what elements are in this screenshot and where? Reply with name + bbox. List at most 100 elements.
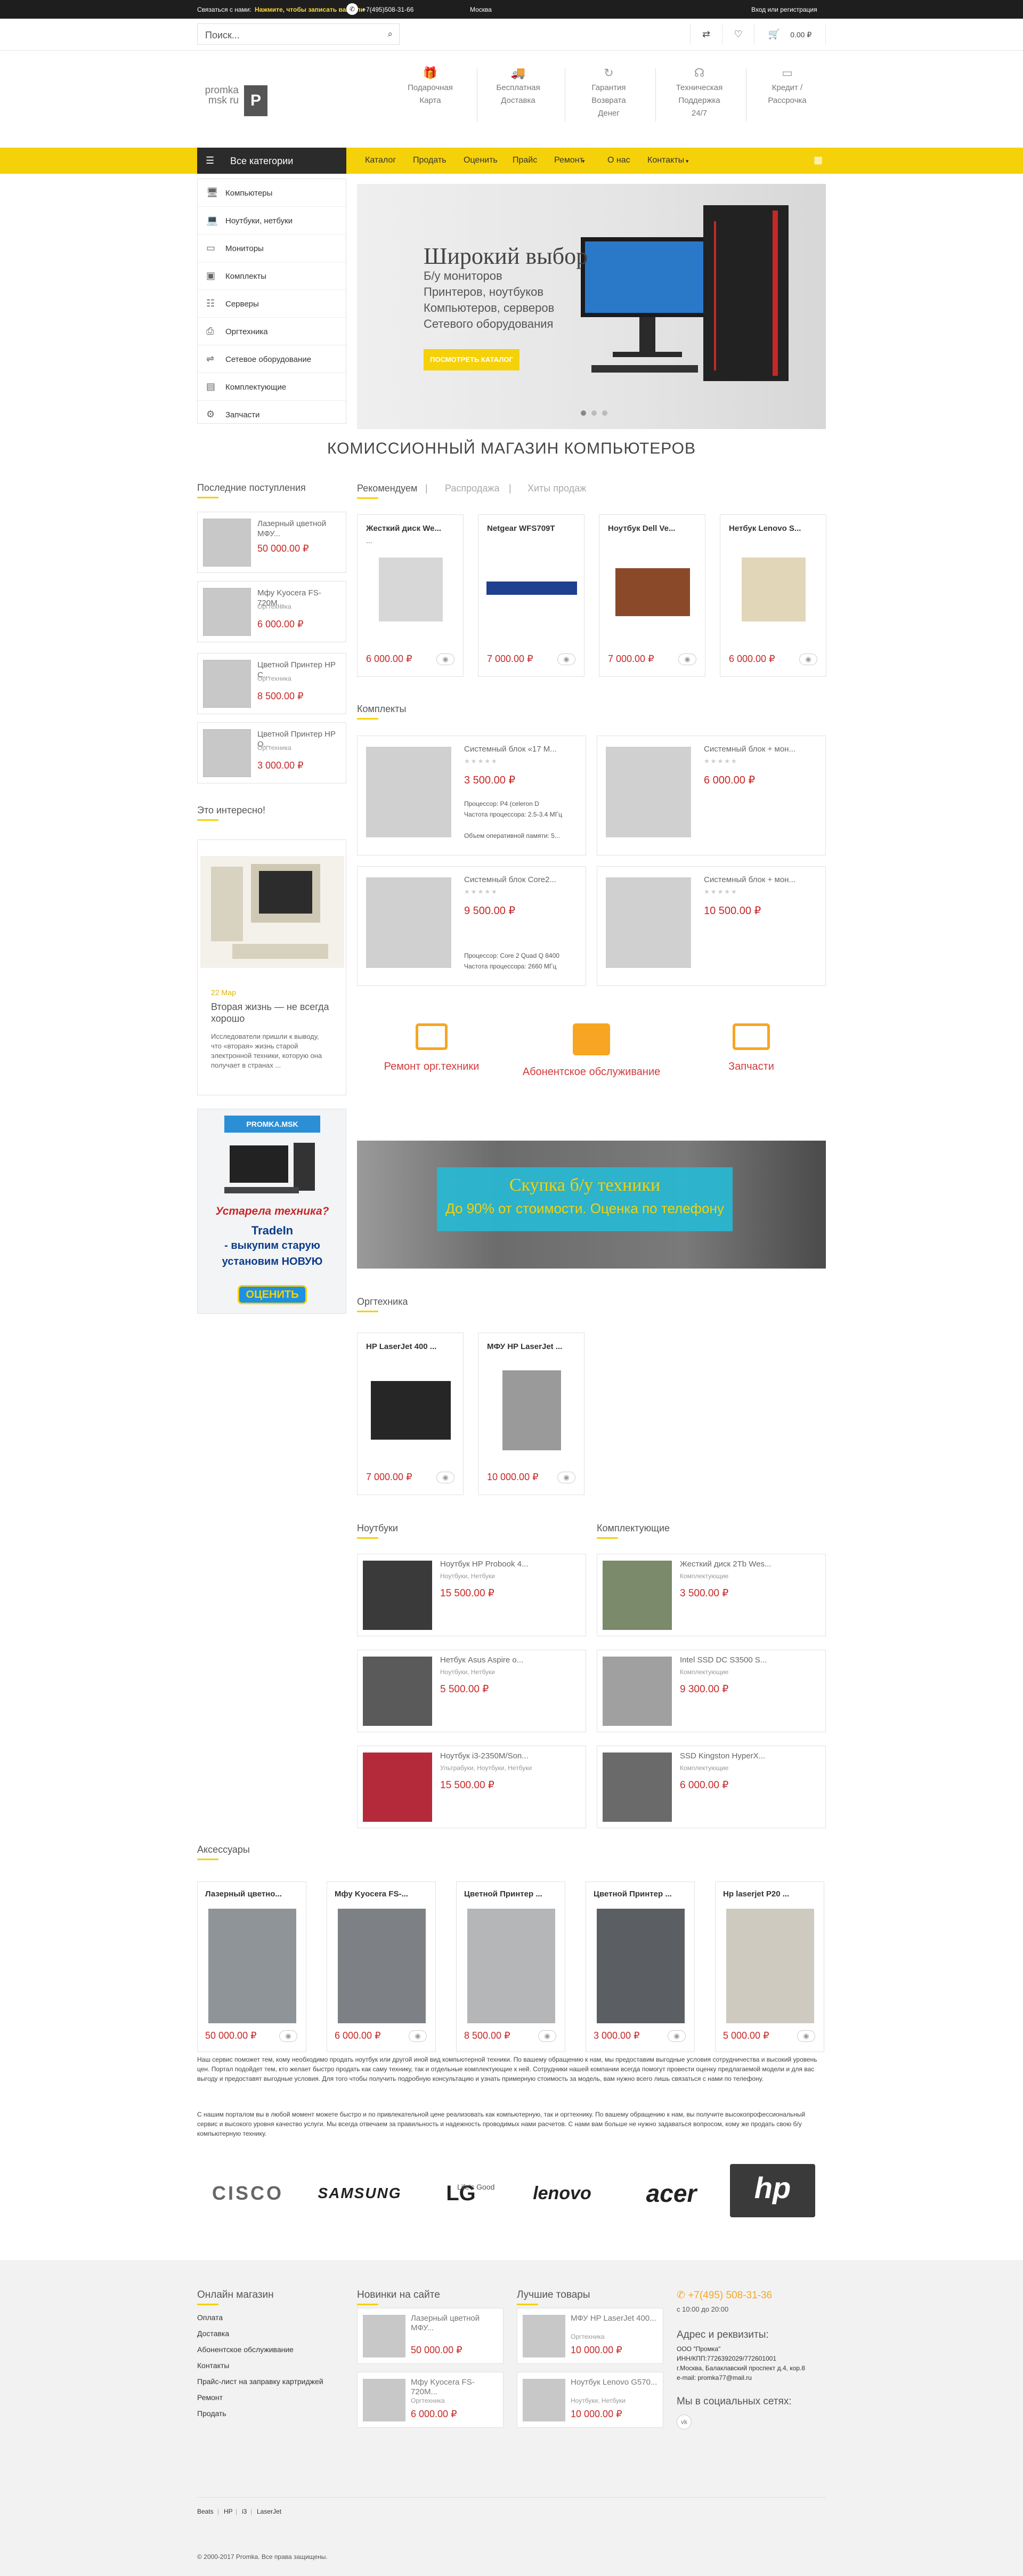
kit-card[interactable]: Системный блок + мон... ★★★★★ 10 500.00 … xyxy=(597,866,826,986)
eye-icon[interactable]: ◉ xyxy=(279,2030,297,2042)
menu-about[interactable]: О нас xyxy=(607,156,630,165)
laptop-card[interactable]: Нетбук Asus Aspire o... Ноутбуки, Нетбук… xyxy=(357,1650,586,1732)
category-item[interactable]: ⚙ Запчасти xyxy=(198,401,346,429)
eye-icon[interactable]: ◉ xyxy=(557,653,575,665)
recent-item[interactable]: Мфу Kyocera FS-720M... Оргтехника 6 000.… xyxy=(197,581,346,642)
footer-email[interactable]: e-mail: promka77@mail.ru xyxy=(677,2374,752,2381)
footer-phone[interactable]: ✆ +7(495) 508-31-36 xyxy=(677,2289,772,2302)
category-item[interactable]: ⇌ Сетевое оборудование xyxy=(198,345,346,373)
category-item[interactable]: ▣ Комплекты xyxy=(198,262,346,290)
product-card[interactable]: Жесткий диск We... ... 6 000.00 ₽ ◉ xyxy=(357,514,464,677)
slider-catalog-button[interactable]: ПОСМОТРЕТЬ КАТАЛОГ xyxy=(424,349,519,370)
compare-icon[interactable]: ⇄ xyxy=(690,23,722,45)
feature-support[interactable]: ☊ Техническая Поддержка 24/7 xyxy=(663,67,735,120)
eye-icon[interactable]: ◉ xyxy=(668,2030,686,2042)
heart-icon[interactable]: ♡ xyxy=(722,23,754,45)
eye-icon[interactable]: ◉ xyxy=(557,1472,575,1483)
menu-repair[interactable]: Ремонт xyxy=(554,156,583,165)
product-card[interactable]: Нетбук Lenovo S... 6 000.00 ₽ ◉ xyxy=(720,514,826,677)
product-card[interactable]: Hp laserjet P20 ... 5 000.00 ₽ ◉ xyxy=(715,1881,824,2052)
slider-dot[interactable] xyxy=(602,410,607,416)
category-item[interactable]: ▭ Мониторы xyxy=(198,235,346,262)
eye-icon[interactable]: ◉ xyxy=(678,653,696,665)
service-subscription[interactable]: Абонентское обслуживание xyxy=(522,1023,661,1078)
brand-hp[interactable]: hp xyxy=(730,2164,815,2217)
footer-link[interactable]: Ремонт xyxy=(197,2393,223,2402)
article-card[interactable]: 22 Мар Вторая жизнь — не всегда хорошо И… xyxy=(197,839,346,1095)
product-card[interactable]: Цветной Принтер ... 8 500.00 ₽ ◉ xyxy=(456,1881,565,2052)
product-card[interactable]: Лазерный цветно... 50 000.00 ₽ ◉ xyxy=(197,1881,306,2052)
footer-link[interactable]: Контакты xyxy=(197,2361,229,2370)
eye-icon[interactable]: ◉ xyxy=(436,653,454,665)
tab-sale[interactable]: Распродажа xyxy=(445,483,499,494)
footer-product[interactable]: Мфу Kyocera FS-720M... Оргтехника 6 000.… xyxy=(357,2372,504,2428)
footer-product[interactable]: Лазерный цветной МФУ... 50 000.00 ₽ xyxy=(357,2308,504,2364)
slider-dot[interactable] xyxy=(581,410,586,416)
recent-item[interactable]: Цветной Принтер HP C... Оргтехника 8 500… xyxy=(197,653,346,714)
recent-item[interactable]: Цветной Принтер HP O... Оргтехника 3 000… xyxy=(197,722,346,784)
footer-link[interactable]: Продать xyxy=(197,2409,226,2418)
eye-icon[interactable]: ◉ xyxy=(799,653,817,665)
site-logo[interactable]: promka msk ru P xyxy=(197,83,269,120)
footer-tag[interactable]: HP xyxy=(224,2508,233,2515)
menu-price[interactable]: Прайс xyxy=(513,156,537,165)
product-card[interactable]: HP LaserJet 400 ... 7 000.00 ₽ ◉ xyxy=(357,1333,464,1495)
eye-icon[interactable]: ◉ xyxy=(797,2030,815,2042)
slider-dot[interactable] xyxy=(591,410,597,416)
menu-sell[interactable]: Продать xyxy=(413,156,446,165)
feature-credit[interactable]: ▭ Кредит / Рассрочка xyxy=(751,67,823,107)
brand-lenovo[interactable]: lenovo xyxy=(512,2169,613,2217)
article-headline[interactable]: Вторая жизнь — не всегда хорошо xyxy=(211,1001,339,1024)
part-card[interactable]: Intel SSD DC S3500 S... Комплектующие 9 … xyxy=(597,1650,826,1732)
tab-bestsellers[interactable]: Хиты продаж xyxy=(527,483,586,494)
eye-icon[interactable]: ◉ xyxy=(436,1472,454,1483)
kit-card[interactable]: Системный блок Core2... ★★★★★ 9 500.00 ₽… xyxy=(357,866,586,986)
brand-cisco[interactable]: CISCO xyxy=(202,2169,293,2217)
category-item[interactable]: 🖥 Компьютеры xyxy=(198,179,346,207)
feature-delivery[interactable]: 🚚 Бесплатная Доставка xyxy=(482,67,554,107)
footer-tag[interactable]: Beats xyxy=(197,2508,214,2515)
kit-card[interactable]: Системный блок «17 М... ★★★★★ 3 500.00 ₽… xyxy=(357,736,586,855)
top-city[interactable]: Москва xyxy=(470,6,492,13)
laptop-card[interactable]: Ноутбук i3-2350M/Son... Ультрабуки, Ноут… xyxy=(357,1746,586,1828)
top-phone[interactable]: +7(495)508-31-66 xyxy=(362,6,413,13)
all-categories-button[interactable]: ☰ Все категории xyxy=(197,148,346,174)
recent-item[interactable]: Лазерный цветной МФУ... 50 000.00 ₽ xyxy=(197,512,346,573)
category-item[interactable]: 💻 Ноутбуки, нетбуки xyxy=(198,207,346,235)
category-item[interactable]: ☷ Серверы xyxy=(198,290,346,318)
category-item[interactable]: ▤ Комплектующие xyxy=(198,373,346,401)
search-input[interactable]: Поиск... xyxy=(205,30,240,41)
search-icon[interactable]: ⌕ xyxy=(387,29,393,39)
login-link[interactable]: Вход или регистрация xyxy=(751,6,817,13)
product-card[interactable]: МФУ HP LaserJet ... 10 000.00 ₽ ◉ xyxy=(478,1333,584,1495)
grid-icon[interactable]: ▦ xyxy=(814,155,823,166)
menu-evaluate[interactable]: Оценить xyxy=(464,156,498,165)
brand-samsung[interactable]: SAMSUNG xyxy=(314,2169,405,2217)
eye-icon[interactable]: ◉ xyxy=(409,2030,427,2042)
product-card[interactable]: Ноутбук Dell Ve... 7 000.00 ₽ ◉ xyxy=(599,514,705,677)
social-vk-icon[interactable]: vk xyxy=(677,2415,692,2429)
cart-button[interactable]: 🛒 0.00 ₽ xyxy=(754,23,826,45)
part-card[interactable]: SSD Kingston HyperX... Комплектующие 6 0… xyxy=(597,1746,826,1828)
search-box[interactable]: Поиск... ⌕ xyxy=(197,23,400,45)
feature-gift[interactable]: 🎁 Подарочная Карта xyxy=(394,67,466,107)
footer-product[interactable]: Ноутбук Lenovo G570... Ноутбуки, Нетбуки… xyxy=(517,2372,663,2428)
brand-acer[interactable]: acer xyxy=(623,2169,719,2217)
menu-catalog[interactable]: Каталог xyxy=(365,156,396,165)
footer-tag[interactable]: i3 xyxy=(242,2508,247,2515)
footer-link[interactable]: Абонентское обслуживание xyxy=(197,2345,294,2354)
tab-recommended[interactable]: Рекомендуем xyxy=(357,483,417,494)
service-repair[interactable]: Ремонт орг.техники xyxy=(362,1023,501,1073)
tradein-banner[interactable]: PROMKA.MSK Устарела техника? TradeIn - в… xyxy=(197,1109,346,1314)
laptop-card[interactable]: Ноутбук HP Probook 4... Ноутбуки, Нетбук… xyxy=(357,1554,586,1636)
footer-link[interactable]: Оплата xyxy=(197,2313,223,2322)
kit-card[interactable]: Системный блок + мон... ★★★★★ 6 000.00 ₽ xyxy=(597,736,826,855)
product-card[interactable]: Мфу Kyocera FS-... 6 000.00 ₽ ◉ xyxy=(327,1881,436,2052)
footer-product[interactable]: МФУ HP LaserJet 400... Оргтехника 10 000… xyxy=(517,2308,663,2364)
footer-link[interactable]: Доставка xyxy=(197,2329,229,2338)
product-card[interactable]: Цветной Принтер ... 3 000.00 ₽ ◉ xyxy=(586,1881,695,2052)
feature-guarantee[interactable]: ↻ Гарантия Возврата Денег xyxy=(573,67,645,120)
eye-icon[interactable]: ◉ xyxy=(538,2030,556,2042)
brand-lg[interactable]: LG Life's Good xyxy=(416,2169,506,2217)
part-card[interactable]: Жесткий диск 2Tb Wes... Комплектующие 3 … xyxy=(597,1554,826,1636)
